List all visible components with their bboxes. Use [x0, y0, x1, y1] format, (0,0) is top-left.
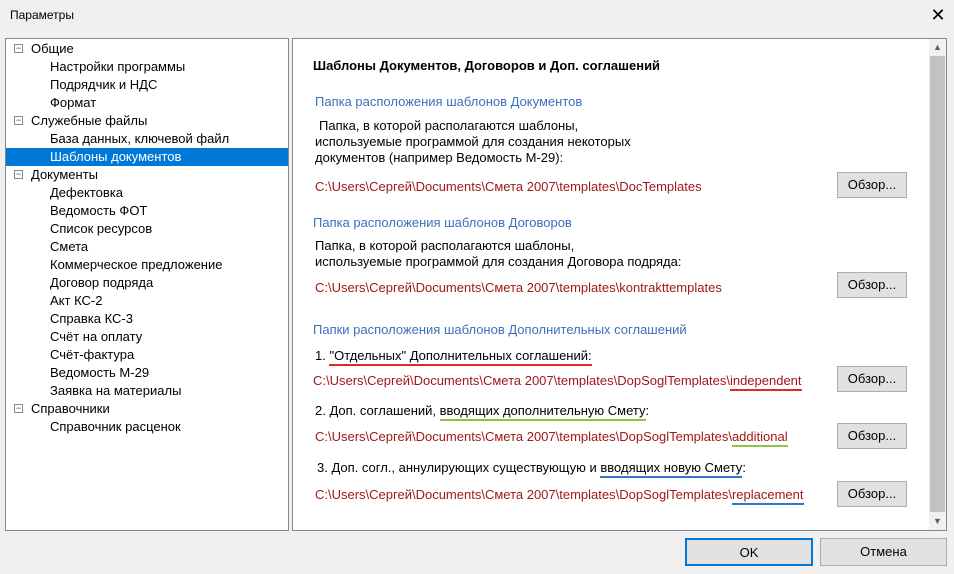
- tree-item-label: Подрядчик и НДС: [50, 77, 158, 92]
- window-title: Параметры: [10, 8, 74, 22]
- tree-item-label: Шаблоны документов: [50, 149, 182, 164]
- tree-item[interactable]: Настройки программы: [6, 58, 288, 76]
- docs-desc: Папка, в которой располагаются шаблоны,: [319, 118, 579, 133]
- tree-item-label: Ведомость ФОТ: [50, 203, 148, 218]
- collapse-icon[interactable]: −: [14, 44, 23, 53]
- contracts-desc: Папка, в которой располагаются шаблоны,: [315, 238, 575, 253]
- tree-item[interactable]: Счёт на оплату: [6, 328, 288, 346]
- tree-item-label: Справочники: [31, 401, 110, 416]
- tree-item-label: Заявка на материалы: [50, 383, 182, 398]
- tree-item[interactable]: − Документы: [6, 166, 288, 184]
- tree-item[interactable]: Заявка на материалы: [6, 382, 288, 400]
- browse-independent-button[interactable]: Обзор...: [837, 366, 907, 392]
- path-sub: additional: [731, 429, 788, 447]
- docs-desc: документов (например Ведомость М-29):: [315, 150, 564, 165]
- replacement-path: C:\Users\Сергей\Documents\Смета 2007\tem…: [315, 487, 804, 505]
- browse-additional-button[interactable]: Обзор...: [837, 423, 907, 449]
- item-text: :: [645, 403, 650, 418]
- agreements-section-title: Папки расположения шаблонов Дополнительн…: [313, 322, 687, 337]
- tree-item-label: Общие: [31, 41, 74, 56]
- tree-item-label: Ведомость М-29: [50, 365, 150, 380]
- docs-desc: используемые программой для создания нек…: [315, 134, 631, 149]
- collapse-icon[interactable]: −: [14, 404, 23, 413]
- item-label: вводящих новую Смету: [600, 460, 743, 478]
- path-base: C:\Users\Сергей\Documents\Смета 2007\tem…: [315, 487, 732, 502]
- item-text: :: [742, 460, 746, 475]
- tree-item[interactable]: Подрядчик и НДС: [6, 76, 288, 94]
- tree-item-label: Справочник расценок: [50, 419, 181, 434]
- collapse-icon[interactable]: −: [14, 116, 23, 125]
- agreement-item-2: 2. Доп. соглашений, вводящих дополнитель…: [315, 403, 650, 421]
- tree-item-label: Формат: [50, 95, 97, 110]
- contracts-desc: используемые программой для создания Дог…: [315, 254, 682, 269]
- tree-item[interactable]: Ведомость М-29: [6, 364, 288, 382]
- tree-item[interactable]: Шаблоны документов: [6, 148, 288, 166]
- item-label: "Отдельных" Дополнительных соглашений:: [329, 348, 592, 366]
- scrollbar-thumb[interactable]: [930, 56, 945, 512]
- item-text: 2. Доп. соглашений,: [315, 403, 440, 418]
- scroll-up-icon[interactable]: ▲: [929, 39, 946, 56]
- path-base: C:\Users\Сергей\Documents\Смета 2007\tem…: [315, 429, 732, 444]
- cancel-button[interactable]: Отмена: [820, 538, 947, 566]
- tree-item-label: Настройки программы: [50, 59, 186, 74]
- path-base: C:\Users\Сергей\Documents\Смета 2007\tem…: [313, 373, 730, 388]
- contracts-section-title: Папка расположения шаблонов Договоров: [313, 215, 572, 230]
- tree-item[interactable]: Счёт-фактура: [6, 346, 288, 364]
- tree-item-label: Документы: [31, 167, 99, 182]
- settings-tree[interactable]: − Общие Настройки программы Подрядчик и НДС…: [5, 38, 289, 531]
- tree-item-label: Справка КС-3: [50, 311, 133, 326]
- contracts-path: C:\Users\Сергей\Documents\Смета 2007\tem…: [315, 280, 722, 295]
- docs-path: C:\Users\Сергей\Documents\Смета 2007\tem…: [315, 179, 702, 194]
- tree-item[interactable]: Справка КС-3: [6, 310, 288, 328]
- tree-item[interactable]: − Общие: [6, 40, 288, 58]
- tree-item[interactable]: Договор подряда: [6, 274, 288, 292]
- item-label: вводящих дополнительную Смету: [439, 403, 646, 421]
- vertical-scrollbar[interactable]: ▲ ▼: [929, 39, 946, 530]
- item-text: 3. Доп. согл., аннулирующих существующую…: [317, 460, 601, 475]
- tree-item-label: Счёт-фактура: [50, 347, 135, 362]
- docs-section-title: Папка расположения шаблонов Документов: [315, 94, 583, 109]
- tree-item-label: База данных, ключевой файл: [50, 131, 230, 146]
- additional-path: C:\Users\Сергей\Documents\Смета 2007\tem…: [315, 429, 788, 447]
- browse-docs-button[interactable]: Обзор...: [837, 172, 907, 198]
- browse-replacement-button[interactable]: Обзор...: [837, 481, 907, 507]
- item-number: 1.: [315, 348, 330, 363]
- tree-item-label: Служебные файлы: [31, 113, 148, 128]
- tree-item-label: Коммерческое предложение: [50, 257, 223, 272]
- collapse-icon[interactable]: −: [14, 170, 23, 179]
- agreement-item-1: 1. "Отдельных" Дополнительных соглашений…: [315, 348, 592, 366]
- tree-item[interactable]: Ведомость ФОТ: [6, 202, 288, 220]
- tree-item[interactable]: Справочник расценок: [6, 418, 288, 436]
- ok-button[interactable]: OK: [685, 538, 813, 566]
- tree-item-label: Счёт на оплату: [50, 329, 143, 344]
- tree-item[interactable]: Список ресурсов: [6, 220, 288, 238]
- tree-item[interactable]: База данных, ключевой файл: [6, 130, 288, 148]
- tree-item[interactable]: Коммерческое предложение: [6, 256, 288, 274]
- tree-item-label: Дефектовка: [50, 185, 123, 200]
- tree-item-label: Список ресурсов: [50, 221, 153, 236]
- close-button[interactable]: ✕: [928, 4, 948, 26]
- tree-item[interactable]: − Служебные файлы: [6, 112, 288, 130]
- tree-item[interactable]: − Справочники: [6, 400, 288, 418]
- path-sub: replacement: [731, 487, 804, 505]
- tree-item-label: Смета: [50, 239, 89, 254]
- page-title: Шаблоны Документов, Договоров и Доп. сог…: [313, 58, 661, 73]
- tree-item-label: Акт КС-2: [50, 293, 103, 308]
- independent-path: C:\Users\Сергей\Documents\Смета 2007\tem…: [313, 373, 802, 391]
- path-sub: independent: [729, 373, 802, 391]
- tree-item-label: Договор подряда: [50, 275, 154, 290]
- agreement-item-3: 3. Доп. согл., аннулирующих существующую…: [317, 460, 746, 478]
- tree-item[interactable]: Дефектовка: [6, 184, 288, 202]
- tree-item[interactable]: Формат: [6, 94, 288, 112]
- browse-contracts-button[interactable]: Обзор...: [837, 272, 907, 298]
- scroll-down-icon[interactable]: ▼: [929, 513, 946, 530]
- settings-panel: Шаблоны Документов, Договоров и Доп. сог…: [292, 38, 947, 531]
- tree-item[interactable]: Акт КС-2: [6, 292, 288, 310]
- tree-item[interactable]: Смета: [6, 238, 288, 256]
